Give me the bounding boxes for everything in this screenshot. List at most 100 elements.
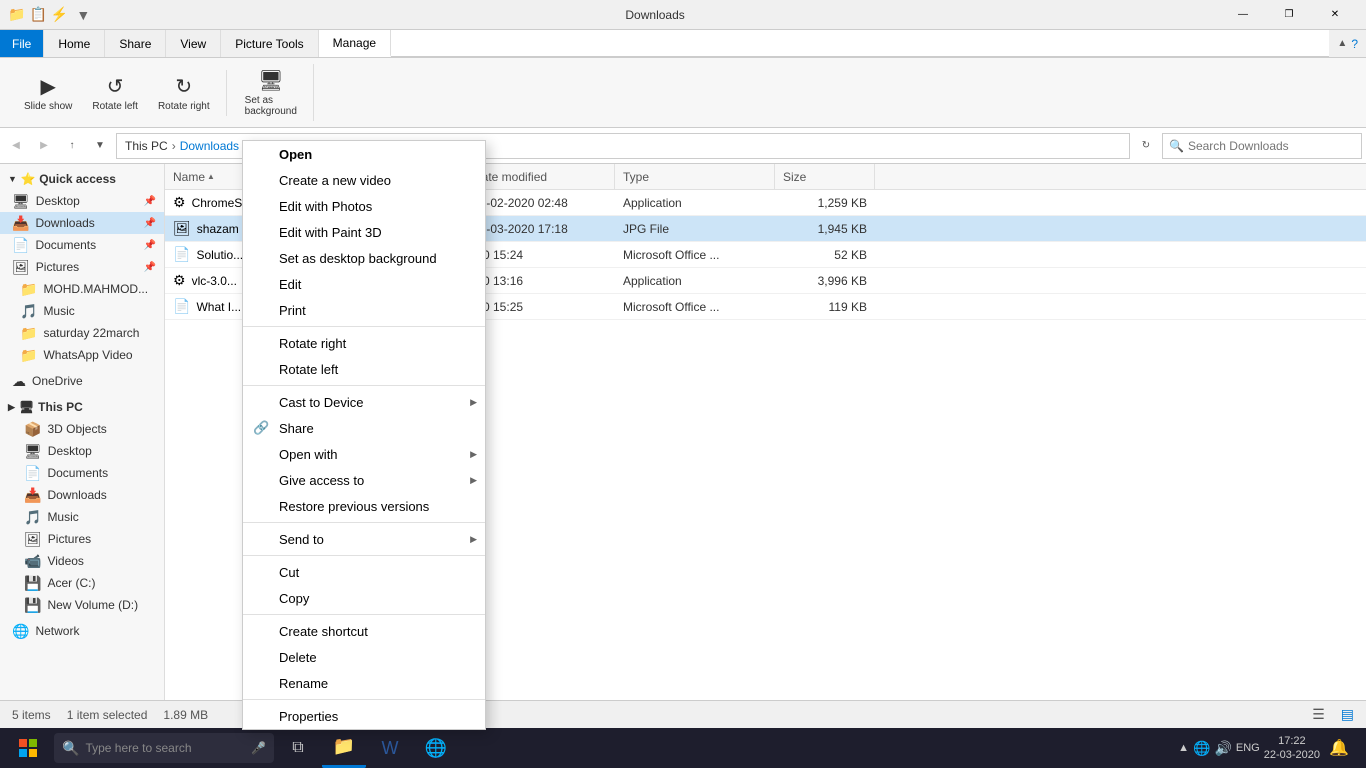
quick-access-header[interactable]: ▼ ⭐ Quick access — [0, 168, 164, 190]
ctx-copy[interactable]: Copy — [243, 585, 485, 611]
back-button[interactable]: ◀ — [4, 134, 28, 158]
recent-locations-button[interactable]: ▼ — [88, 134, 112, 158]
forward-button[interactable]: ▶ — [32, 134, 56, 158]
sidebar-item-docs2[interactable]: 📄 Documents — [0, 462, 164, 484]
taskbar-clock[interactable]: 17:22 22-03-2020 — [1264, 734, 1320, 763]
col-header-size[interactable]: Size — [775, 164, 875, 189]
chevron-down-icon: ▼ — [8, 174, 17, 184]
ctx-restore-versions[interactable]: Restore previous versions — [243, 493, 485, 519]
word-icon: W — [382, 738, 399, 759]
col-header-type[interactable]: Type — [615, 164, 775, 189]
ctx-create-video[interactable]: Create a new video — [243, 167, 485, 193]
sidebar-item-downloads2[interactable]: 📥 Downloads — [0, 484, 164, 506]
chrome-file-icon: ⚙ — [173, 194, 186, 211]
crumb-downloads[interactable]: Downloads — [180, 139, 239, 153]
ctx-sep1 — [243, 326, 485, 327]
ctx-cut[interactable]: Cut — [243, 559, 485, 585]
ctx-rotate-right[interactable]: Rotate right — [243, 330, 485, 356]
sidebar-item-pictures2[interactable]: 🖼 Pictures — [0, 528, 164, 550]
minimize-button[interactable]: — — [1220, 0, 1266, 30]
tab-view[interactable]: View — [166, 30, 221, 57]
sidebar-item-desktop2[interactable]: 🖥 Desktop — [0, 440, 164, 462]
start-button[interactable] — [4, 728, 52, 768]
downloads-icon: 📥 — [12, 215, 29, 232]
chrome-taskbar-btn[interactable]: 🌐 — [414, 728, 458, 768]
ctx-rename[interactable]: Rename — [243, 670, 485, 696]
list-view-icon[interactable]: ☰ — [1312, 706, 1325, 723]
sidebar-item-desktop[interactable]: 🖥 Desktop 📌 — [0, 190, 164, 212]
ribbon-btn-rotate-right[interactable]: ↻ Rotate right — [150, 70, 218, 116]
vlc-file-icon: ⚙ — [173, 272, 186, 289]
chrome-icon: 🌐 — [425, 738, 447, 759]
file-size-chrome: 1,259 KB — [775, 196, 875, 210]
taskview-button[interactable]: ⧉ — [276, 728, 320, 768]
sidebar-item-music2[interactable]: 🎵 Music — [0, 506, 164, 528]
ribbon-btn-slideshow[interactable]: ▶ Slide show — [16, 70, 80, 116]
sidebar-item-mohd[interactable]: 📁 MOHD.MAHMOD... — [0, 278, 164, 300]
ctx-give-access[interactable]: Give access to — [243, 467, 485, 493]
sidebar-item-whatsapp[interactable]: 📁 WhatsApp Video — [0, 344, 164, 366]
sidebar-item-acerc[interactable]: 💾 Acer (C:) — [0, 572, 164, 594]
ctx-create-shortcut[interactable]: Create shortcut — [243, 618, 485, 644]
taskbar: 🔍 Type here to search 🎤 ⧉ 📁 W 🌐 ▲ 🌐 🔊 EN… — [0, 728, 1366, 768]
system-tray-expand[interactable]: ▲ — [1178, 742, 1189, 754]
collapse-ribbon-icon[interactable]: ▲ — [1337, 38, 1347, 49]
acer-icon: 💾 — [24, 575, 41, 592]
ctx-print[interactable]: Print — [243, 297, 485, 323]
close-button[interactable]: ✕ — [1312, 0, 1358, 30]
ctx-properties[interactable]: Properties — [243, 703, 485, 729]
sidebar-item-pictures[interactable]: 🖼 Pictures 📌 — [0, 256, 164, 278]
shazam-file-icon: 🖼 — [173, 220, 191, 237]
word-taskbar-btn[interactable]: W — [368, 728, 412, 768]
ctx-open[interactable]: Open — [243, 141, 485, 167]
refresh-button[interactable]: ↻ — [1134, 134, 1158, 158]
restore-button[interactable]: ❐ — [1266, 0, 1312, 30]
sidebar-item-music-qa[interactable]: 🎵 Music — [0, 300, 164, 322]
volume-tray-icon[interactable]: 🔊 — [1214, 740, 1231, 757]
ctx-open-with[interactable]: Open with — [243, 441, 485, 467]
col-header-date[interactable]: Date modified — [465, 164, 615, 189]
help-icon[interactable]: ? — [1351, 37, 1358, 51]
tab-share[interactable]: Share — [105, 30, 166, 57]
search-input[interactable] — [1188, 139, 1355, 153]
ctx-rotate-left[interactable]: Rotate left — [243, 356, 485, 382]
sidebar-item-volumed[interactable]: 💾 New Volume (D:) — [0, 594, 164, 616]
taskbar-search-box[interactable]: 🔍 Type here to search 🎤 — [54, 733, 274, 763]
network-tray-icon[interactable]: 🌐 — [1193, 740, 1210, 757]
detail-view-icon[interactable]: ▤ — [1341, 706, 1354, 723]
sidebar-item-onedrive[interactable]: ☁ OneDrive — [0, 370, 164, 392]
onedrive-icon: ☁ — [12, 373, 26, 390]
ctx-cast[interactable]: Cast to Device — [243, 389, 485, 415]
this-pc-header[interactable]: ▶ 🖥 This PC — [0, 396, 164, 418]
microphone-icon[interactable]: 🎤 — [251, 741, 266, 755]
ribbon-btn-rotate-left[interactable]: ↺ Rotate left — [84, 70, 146, 116]
up-button[interactable]: ↑ — [60, 134, 84, 158]
file-type-chrome: Application — [615, 196, 775, 210]
ctx-share[interactable]: 🔗 Share — [243, 415, 485, 441]
crumb-thispc[interactable]: This PC — [125, 139, 168, 153]
ctx-edit-paint3d[interactable]: Edit with Paint 3D — [243, 219, 485, 245]
ctx-delete[interactable]: Delete — [243, 644, 485, 670]
status-items-count: 5 items — [12, 708, 51, 722]
sidebar-item-network[interactable]: 🌐 Network — [0, 620, 164, 642]
ctx-edit-photos[interactable]: Edit with Photos — [243, 193, 485, 219]
sidebar-item-saturday[interactable]: 📁 saturday 22march — [0, 322, 164, 344]
sidebar-item-videos[interactable]: 📹 Videos — [0, 550, 164, 572]
explorer-taskbar-btn[interactable]: 📁 — [322, 728, 366, 768]
ctx-sep5 — [243, 614, 485, 615]
tab-manage[interactable]: Manage — [319, 30, 391, 57]
tab-file[interactable]: File — [0, 30, 44, 57]
notification-button[interactable]: 🔔 — [1324, 728, 1354, 768]
file-size-what: 119 KB — [775, 300, 875, 314]
what-file-icon: 📄 — [173, 298, 190, 315]
ctx-edit[interactable]: Edit — [243, 271, 485, 297]
sidebar-item-documents[interactable]: 📄 Documents 📌 — [0, 234, 164, 256]
tab-home[interactable]: Home — [44, 30, 105, 57]
ribbon-btn-set-background[interactable]: 🖥 Set asbackground — [237, 64, 305, 121]
tab-picture-tools[interactable]: Picture Tools — [221, 30, 318, 57]
docs2-icon: 📄 — [24, 465, 41, 482]
ctx-set-background[interactable]: Set as desktop background — [243, 245, 485, 271]
ctx-send-to[interactable]: Send to — [243, 526, 485, 552]
sidebar-item-downloads[interactable]: 📥 Downloads 📌 — [0, 212, 164, 234]
sidebar-item-3dobjects[interactable]: 📦 3D Objects — [0, 418, 164, 440]
